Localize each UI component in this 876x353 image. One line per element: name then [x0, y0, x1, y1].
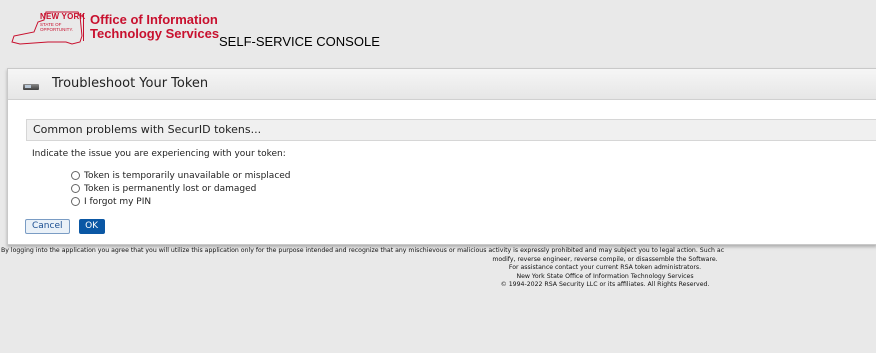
footer-copyright: © 1994-2022 RSA Security LLC or its affi…: [500, 281, 710, 289]
page-title: Troubleshoot Your Token: [52, 76, 209, 91]
button-row: Cancel OK: [25, 219, 109, 238]
footer-legal-line-2: modify, reverse engineer, reverse compil…: [492, 255, 718, 263]
logo-office-name: Office of Information Technology Service…: [90, 13, 219, 41]
logo-office-line1: Office of Information: [90, 12, 218, 27]
troubleshoot-panel: Troubleshoot Your Token Common problems …: [7, 68, 876, 245]
option-label: Token is temporarily unavailable or misp…: [84, 170, 291, 181]
option-label: Token is permanently lost or damaged: [84, 183, 257, 194]
section-header: Common problems with SecurID tokens...: [26, 119, 876, 141]
cancel-button[interactable]: Cancel: [25, 219, 70, 234]
radio-button[interactable]: [71, 171, 80, 180]
footer-assistance: For assistance contact your current RSA …: [508, 264, 702, 272]
ok-button[interactable]: OK: [78, 219, 105, 234]
console-title: SELF-SERVICE CONSOLE: [219, 34, 380, 49]
logo-divider: [83, 13, 84, 41]
section-title: Common problems with SecurID tokens...: [33, 123, 262, 136]
logo-ny-text: NEW YORK: [40, 12, 86, 21]
footer-legal-line: By logging into the application you agre…: [1, 247, 725, 254]
header: NEW YORK STATE OF OPPORTUNITY. Office of…: [0, 0, 876, 62]
option-permanently-lost[interactable]: Token is permanently lost or damaged: [71, 182, 291, 195]
token-icon: [23, 84, 39, 90]
logo-state-text: STATE OF OPPORTUNITY.: [40, 22, 74, 32]
instruction-text: Indicate the issue you are experiencing …: [32, 149, 286, 159]
footer-disclaimer: By logging into the application you agre…: [0, 247, 876, 290]
option-forgot-pin[interactable]: I forgot my PIN: [71, 195, 291, 208]
problem-options: Token is temporarily unavailable or misp…: [71, 169, 291, 208]
panel-titlebar: Troubleshoot Your Token: [8, 69, 876, 100]
option-temporarily-unavailable[interactable]: Token is temporarily unavailable or misp…: [71, 169, 291, 182]
footer-agency: New York State Office of Information Tec…: [516, 272, 694, 280]
radio-button[interactable]: [71, 184, 80, 193]
radio-button[interactable]: [71, 197, 80, 206]
option-label: I forgot my PIN: [84, 196, 152, 207]
logo-office-line2: Technology Services: [90, 26, 220, 41]
